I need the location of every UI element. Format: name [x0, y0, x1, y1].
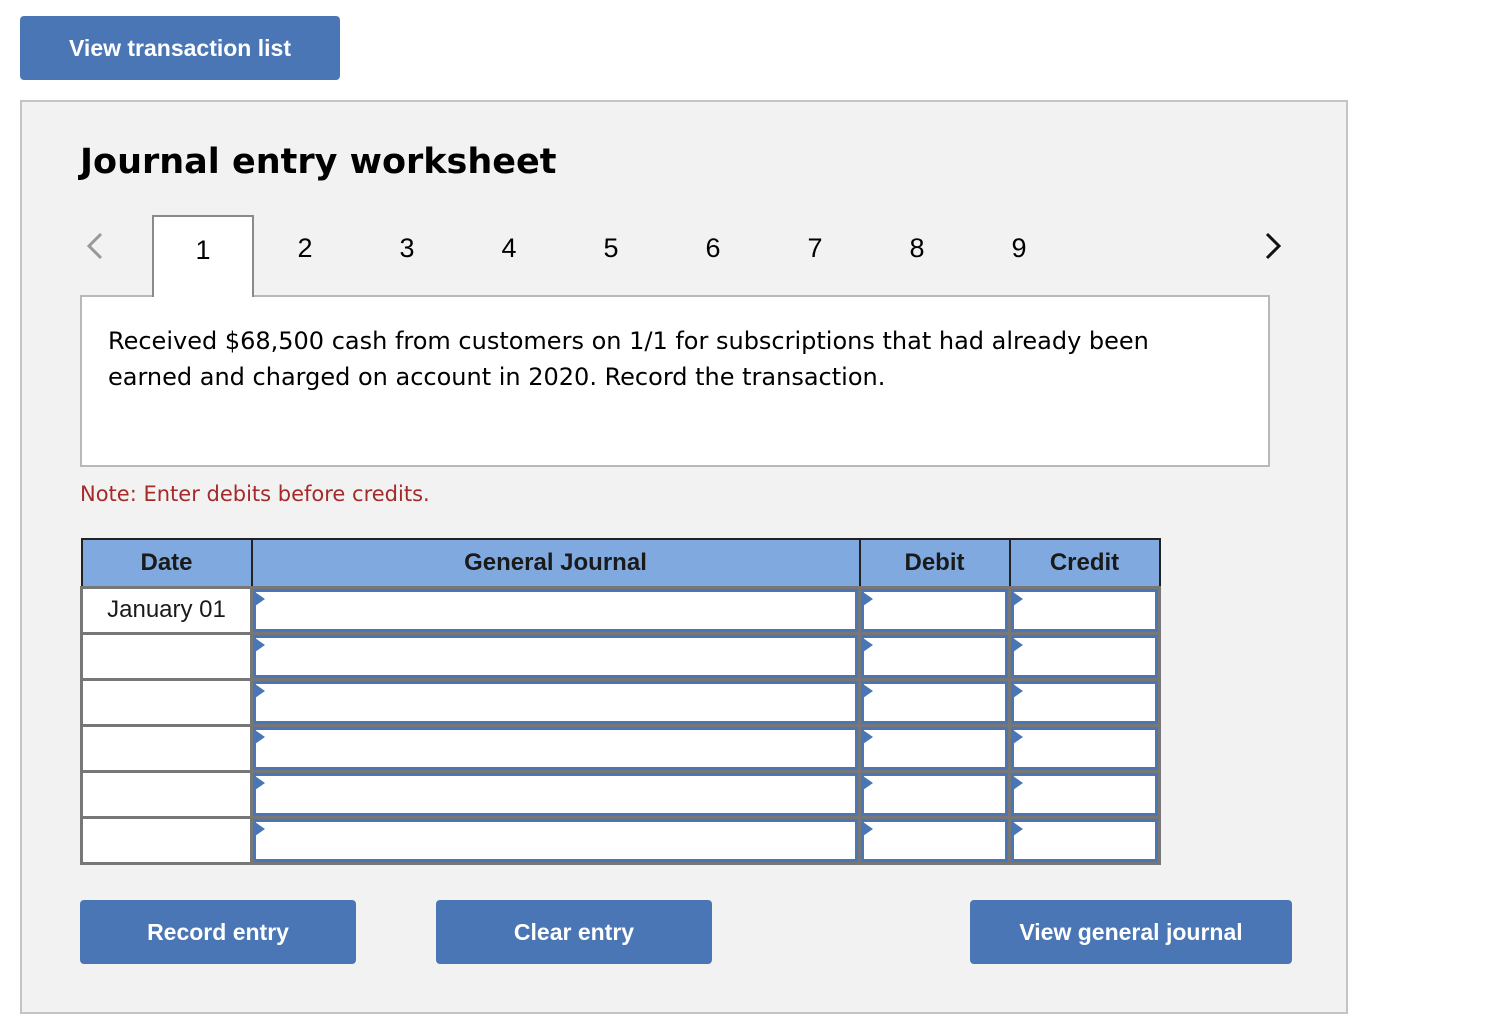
debit-cell — [858, 585, 1011, 635]
date-cell[interactable] — [80, 677, 253, 727]
debit-input[interactable] — [861, 772, 1008, 816]
header-credit: Credit — [1008, 538, 1161, 588]
credit-input[interactable] — [1011, 680, 1158, 724]
dropdown-marker-icon — [1013, 683, 1023, 698]
date-cell[interactable] — [80, 815, 253, 865]
dropdown-marker-icon — [863, 821, 873, 836]
journal-cell — [250, 631, 861, 681]
view-general-journal-button[interactable]: View general journal — [970, 900, 1292, 964]
table-row — [80, 677, 1161, 727]
table-row — [80, 631, 1161, 681]
tab-5[interactable]: 5 — [560, 215, 662, 295]
credit-cell — [1008, 677, 1161, 727]
page-title: Journal entry worksheet — [80, 142, 557, 182]
debit-input[interactable] — [861, 818, 1008, 862]
debit-cell — [858, 815, 1011, 865]
dropdown-marker-icon — [255, 775, 265, 790]
credit-cell — [1008, 585, 1161, 635]
transaction-description-box: Received $68,500 cash from customers on … — [80, 295, 1270, 467]
view-transaction-list-button[interactable]: View transaction list — [20, 16, 340, 80]
credit-input[interactable] — [1011, 772, 1158, 816]
tab-3[interactable]: 3 — [356, 215, 458, 295]
dropdown-marker-icon — [1013, 729, 1023, 744]
debit-input[interactable] — [861, 588, 1008, 632]
dropdown-marker-icon — [863, 775, 873, 790]
dropdown-marker-icon — [863, 637, 873, 652]
dropdown-marker-icon — [255, 591, 265, 606]
record-entry-button[interactable]: Record entry — [80, 900, 356, 964]
journal-cell — [250, 769, 861, 819]
credit-cell — [1008, 723, 1161, 773]
journal-cell — [250, 585, 861, 635]
credit-input[interactable] — [1011, 634, 1158, 678]
clear-entry-button[interactable]: Clear entry — [436, 900, 712, 964]
tab-8[interactable]: 8 — [866, 215, 968, 295]
debit-cell — [858, 631, 1011, 681]
credit-input[interactable] — [1011, 726, 1158, 770]
journal-cell — [250, 815, 861, 865]
tab-1[interactable]: 1 — [152, 215, 254, 297]
account-input[interactable] — [253, 680, 858, 724]
debit-cell — [858, 769, 1011, 819]
dropdown-marker-icon — [255, 683, 265, 698]
account-input[interactable] — [253, 772, 858, 816]
instruction-note: Note: Enter debits before credits. — [80, 482, 430, 506]
dropdown-marker-icon — [863, 729, 873, 744]
chevron-left-icon — [86, 232, 103, 260]
table-row — [80, 769, 1161, 819]
journal-entry-table: Date General Journal Debit Credit Januar… — [80, 538, 1161, 865]
date-cell[interactable] — [80, 631, 253, 681]
dropdown-marker-icon — [863, 683, 873, 698]
dropdown-marker-icon — [1013, 637, 1023, 652]
debit-input[interactable] — [861, 726, 1008, 770]
debit-input[interactable] — [861, 634, 1008, 678]
date-cell[interactable] — [80, 723, 253, 773]
header-general-journal: General Journal — [250, 538, 861, 588]
tab-6[interactable]: 6 — [662, 215, 764, 295]
previous-tab-button[interactable] — [80, 228, 110, 264]
tab-4[interactable]: 4 — [458, 215, 560, 295]
account-input[interactable] — [253, 588, 858, 632]
dropdown-marker-icon — [1013, 591, 1023, 606]
debit-cell — [858, 723, 1011, 773]
journal-cell — [250, 677, 861, 727]
transaction-description: Received $68,500 cash from customers on … — [108, 327, 1149, 391]
journal-entry-worksheet-panel: Journal entry worksheet 123456789 Receiv… — [20, 100, 1348, 1014]
credit-cell — [1008, 769, 1161, 819]
dropdown-marker-icon — [1013, 821, 1023, 836]
journal-cell — [250, 723, 861, 773]
debit-input[interactable] — [861, 680, 1008, 724]
credit-input[interactable] — [1011, 588, 1158, 632]
credit-cell — [1008, 631, 1161, 681]
account-input[interactable] — [253, 818, 858, 862]
dropdown-marker-icon — [255, 821, 265, 836]
dropdown-marker-icon — [255, 729, 265, 744]
header-debit: Debit — [858, 538, 1011, 588]
dropdown-marker-icon — [255, 637, 265, 652]
next-tab-button[interactable] — [1258, 228, 1288, 264]
table-header-row: Date General Journal Debit Credit — [80, 538, 1161, 588]
credit-cell — [1008, 815, 1161, 865]
table-row: January 01 — [80, 585, 1161, 635]
tab-2[interactable]: 2 — [254, 215, 356, 295]
debit-cell — [858, 677, 1011, 727]
table-row — [80, 815, 1161, 865]
tab-9[interactable]: 9 — [968, 215, 1070, 295]
dropdown-marker-icon — [1013, 775, 1023, 790]
dropdown-marker-icon — [863, 591, 873, 606]
credit-input[interactable] — [1011, 818, 1158, 862]
header-date: Date — [80, 538, 253, 588]
table-row — [80, 723, 1161, 773]
date-cell: January 01 — [80, 585, 253, 635]
date-cell[interactable] — [80, 769, 253, 819]
tab-7[interactable]: 7 — [764, 215, 866, 295]
account-input[interactable] — [253, 726, 858, 770]
account-input[interactable] — [253, 634, 858, 678]
chevron-right-icon — [1265, 232, 1282, 260]
